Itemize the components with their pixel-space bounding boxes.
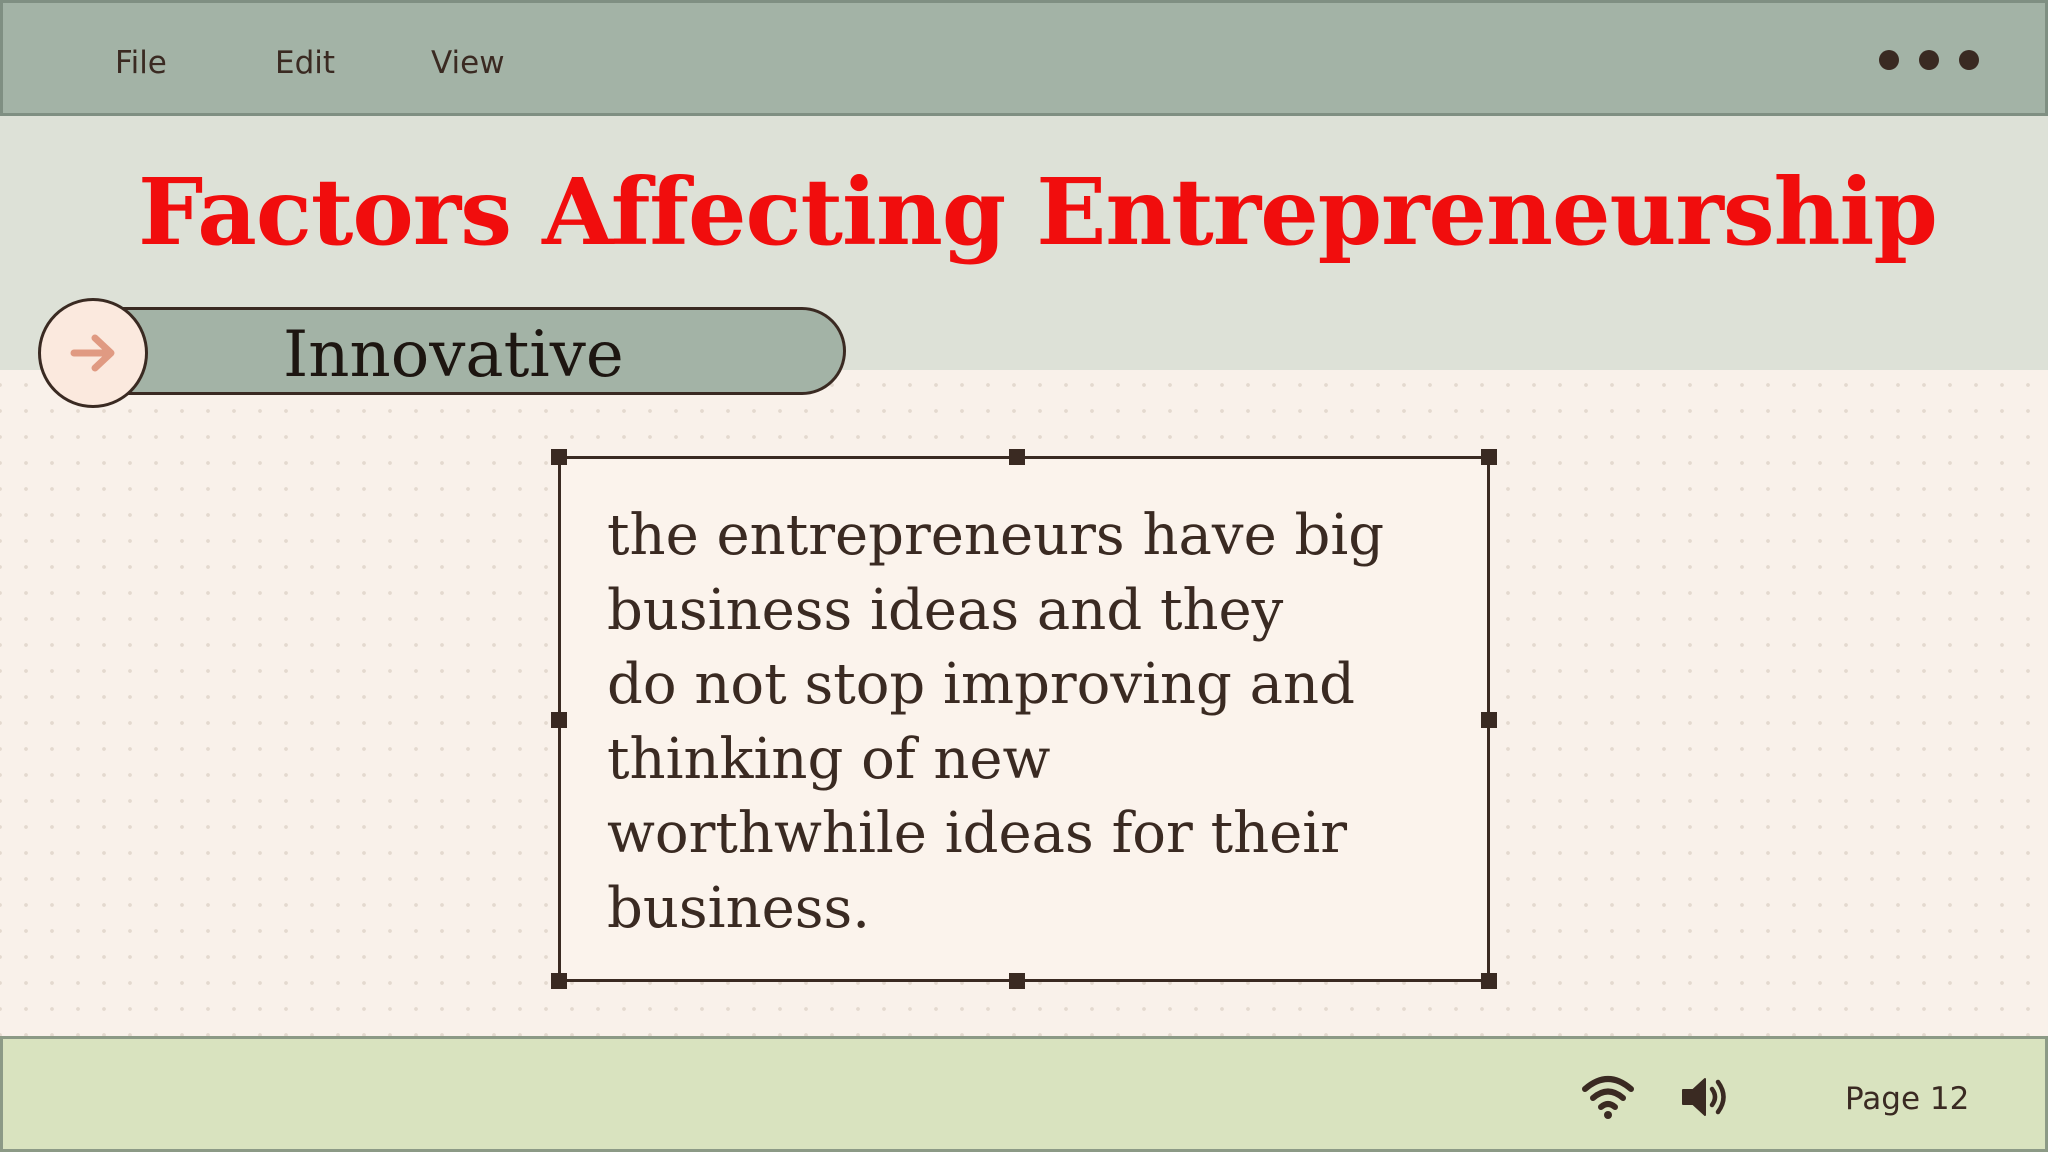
- ellipsis-dot: [1919, 50, 1939, 70]
- slide-window: File Edit View Factors Affecting Entrepr…: [0, 0, 2048, 1152]
- resize-handle-top-left[interactable]: [551, 449, 567, 465]
- ellipsis-icon: [1879, 50, 1899, 70]
- arrow-button[interactable]: [38, 298, 148, 408]
- more-options-button[interactable]: [1869, 47, 1985, 75]
- section-label: Innovative: [283, 318, 624, 392]
- body-text[interactable]: the entrepreneurs have big business idea…: [607, 499, 1457, 946]
- page-number: Page 12: [1845, 1081, 1970, 1117]
- resize-handle-bottom-left[interactable]: [551, 973, 567, 989]
- menu-edit[interactable]: Edit: [275, 43, 335, 83]
- menu-file[interactable]: File: [115, 43, 167, 83]
- section-pill: Innovative: [100, 307, 846, 395]
- menu-view[interactable]: View: [431, 43, 505, 83]
- slide-title: Factors Affecting Entrepreneurship: [138, 158, 1938, 266]
- selected-text-box[interactable]: the entrepreneurs have big business idea…: [551, 449, 1497, 989]
- wifi-icon[interactable]: [1581, 1075, 1635, 1119]
- resize-handle-bottom-right[interactable]: [1481, 973, 1497, 989]
- resize-handle-bottom[interactable]: [1009, 973, 1025, 989]
- resize-handle-right[interactable]: [1481, 712, 1497, 728]
- volume-icon[interactable]: [1679, 1075, 1729, 1119]
- ellipsis-dot: [1959, 50, 1979, 70]
- status-bar: Page 12: [0, 1036, 2048, 1152]
- arrow-right-icon: [70, 334, 115, 372]
- resize-handle-top[interactable]: [1009, 449, 1025, 465]
- menu-bar: File Edit View: [0, 0, 2048, 116]
- resize-handle-top-right[interactable]: [1481, 449, 1497, 465]
- resize-handle-left[interactable]: [551, 712, 567, 728]
